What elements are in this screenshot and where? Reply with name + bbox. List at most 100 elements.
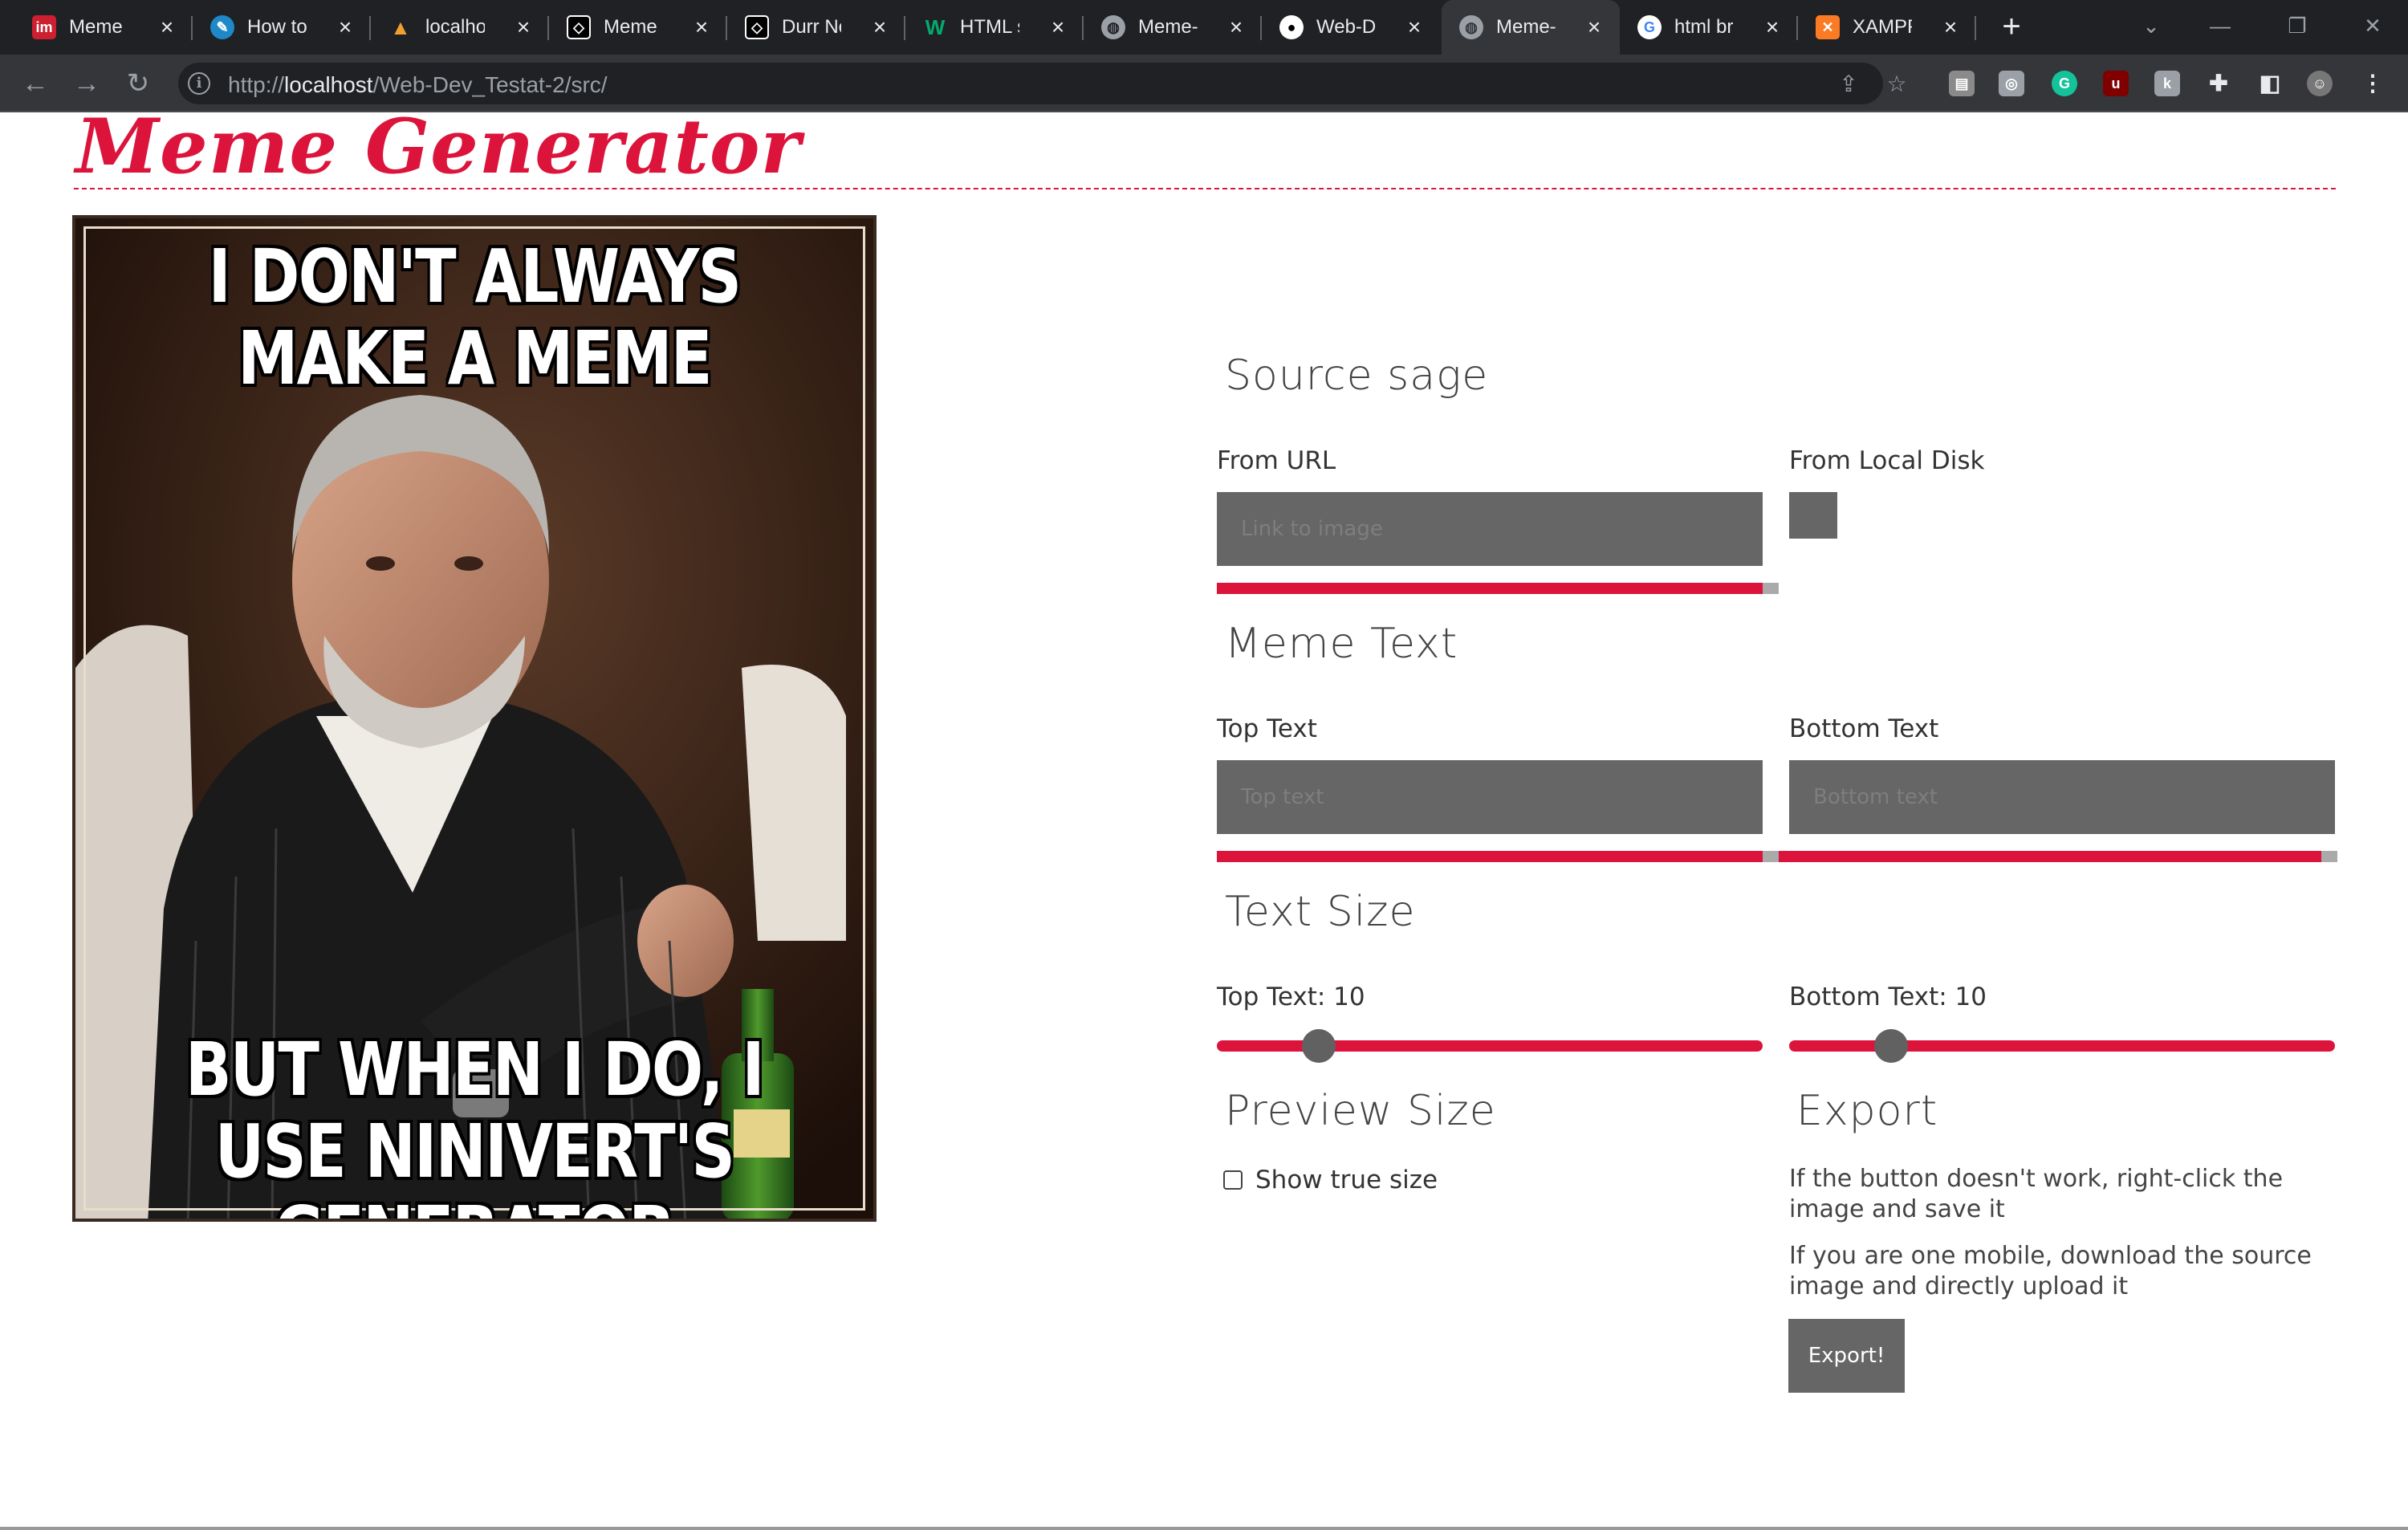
close-icon[interactable]: ×: [512, 16, 535, 39]
w3-icon: W: [925, 14, 946, 39]
tab-separator: [1975, 16, 1976, 40]
close-icon[interactable]: ×: [156, 16, 178, 39]
tab-title: XAMPP In: [1853, 16, 1912, 38]
tab-title: Durr New: [782, 16, 841, 38]
tab-meme-gen-codepen[interactable]: ◇ Meme Gen ×: [535, 0, 727, 55]
close-icon[interactable]: ×: [334, 16, 356, 39]
extension-icon[interactable]: k: [2154, 71, 2180, 96]
bottom-text-size-thumb[interactable]: [1874, 1029, 1908, 1063]
grammarly-icon[interactable]: G: [2052, 71, 2077, 96]
bottom-text-input[interactable]: [1789, 760, 2335, 834]
tab-how-to-use[interactable]: ✎ How to use ×: [178, 0, 371, 55]
tab-title: html brea: [1674, 16, 1734, 38]
tab-title: Meme-G: [1496, 16, 1556, 38]
forward-icon[interactable]: →: [71, 67, 103, 100]
back-icon[interactable]: ←: [19, 67, 51, 100]
top-text-label: Top Text: [1217, 714, 1317, 743]
url-text: http://localhost/Web-Dev_Testat-2/src/: [228, 72, 608, 97]
tab-title: How to use: [247, 16, 307, 38]
tab-search-icon[interactable]: ⌄: [2127, 10, 2175, 42]
source-heading: Source sage: [1225, 352, 1489, 400]
share-icon[interactable]: ⇪: [1837, 72, 1861, 96]
meme-preview-image[interactable]: I DON'T ALWAYS MAKE A MEME BUT WHEN I DO…: [72, 215, 877, 1222]
puzzle-icon[interactable]: ✚: [2206, 71, 2231, 96]
globe-icon: ◍: [1101, 15, 1125, 39]
preview-size-heading: Preview Size: [1225, 1087, 1496, 1135]
imgflip-icon: im: [32, 15, 56, 39]
resize-handle[interactable]: [2321, 851, 2337, 862]
show-true-size-label[interactable]: Show true size: [1255, 1166, 1438, 1194]
tab-meme-g-1[interactable]: ◍ Meme-G ×: [1069, 0, 1262, 55]
address-bar[interactable]: i http://localhost/Web-Dev_Testat-2/src/…: [178, 63, 1907, 104]
close-icon[interactable]: ×: [1939, 16, 1962, 39]
reload-icon[interactable]: ↻: [122, 67, 154, 100]
globe-icon: ◍: [1459, 15, 1483, 39]
close-icon[interactable]: ×: [690, 16, 713, 39]
site-info-icon[interactable]: i: [188, 72, 210, 95]
resize-handle[interactable]: [1763, 583, 1779, 594]
close-window-icon[interactable]: ✕: [2349, 10, 2397, 42]
top-text-size-thumb[interactable]: [1302, 1029, 1336, 1063]
extension-icon[interactable]: ◎: [1999, 71, 2024, 96]
menu-icon[interactable]: ⋮: [2360, 71, 2386, 96]
tab-html-script[interactable]: W HTML scr ×: [891, 0, 1084, 55]
bottom-text-size-slider[interactable]: [1789, 1040, 2335, 1052]
tab-html-break[interactable]: G html brea ×: [1605, 0, 1798, 55]
file-upload-input[interactable]: [1789, 492, 1837, 539]
image-url-input[interactable]: [1217, 492, 1763, 566]
tab-title: Meme Generator: [69, 16, 128, 38]
tab-xampp[interactable]: ✕ XAMPP In ×: [1784, 0, 1976, 55]
close-icon[interactable]: ×: [1403, 16, 1426, 39]
bottom-text-underline: [1779, 851, 2321, 862]
close-icon[interactable]: ×: [1583, 16, 1605, 39]
ublock-icon[interactable]: u: [2103, 71, 2129, 96]
resize-handle[interactable]: [1763, 851, 1779, 862]
page-title: Meme Generator: [75, 103, 802, 191]
tab-title: HTML scr: [960, 16, 1019, 38]
meme-bottom-caption: BUT WHEN I DO, I USE NINIVERT'S GENERATO…: [185, 1027, 765, 1219]
text-size-heading: Text Size: [1225, 888, 1416, 936]
tab-meme-generator[interactable]: im Meme Generator ×: [0, 0, 193, 55]
github-icon: ●: [1279, 15, 1304, 39]
codepen-icon: ◇: [745, 15, 769, 39]
xampp-bars-icon: ▲: [390, 14, 411, 39]
export-note-mobile: If you are one mobile, download the sour…: [1789, 1242, 2312, 1300]
top-text-input[interactable]: [1217, 760, 1763, 834]
url-input-underline: [1217, 583, 1763, 594]
tab-strip: im Meme Generator × ✎ How to use × ▲ loc…: [0, 0, 2408, 55]
meme-text-heading: Meme Text: [1225, 620, 1458, 668]
show-true-size-checkbox[interactable]: [1223, 1170, 1243, 1190]
xampp-icon: ✕: [1816, 15, 1840, 39]
side-panel-icon[interactable]: ◧: [2257, 71, 2283, 96]
new-tab-button[interactable]: +: [1995, 10, 2028, 43]
tab-title: localhost: [425, 16, 485, 38]
close-icon[interactable]: ×: [1225, 16, 1247, 39]
title-divider: [74, 188, 2336, 189]
close-icon[interactable]: ×: [1047, 16, 1069, 39]
avatar[interactable]: ☺: [2307, 71, 2333, 96]
compass-icon: ✎: [210, 15, 234, 39]
top-text-underline: [1217, 851, 1763, 862]
top-text-size-slider[interactable]: [1217, 1040, 1763, 1052]
minimize-icon[interactable]: —: [2196, 10, 2244, 42]
tab-localhost[interactable]: ▲ localhost ×: [356, 0, 549, 55]
restore-icon[interactable]: ❐: [2273, 10, 2321, 42]
export-note-right-click: If the button doesn't work, right-click …: [1789, 1165, 2284, 1223]
from-url-label: From URL: [1217, 446, 1336, 475]
meme-top-caption: I DON'T ALWAYS MAKE A MEME: [208, 234, 742, 401]
close-icon[interactable]: ×: [1761, 16, 1784, 39]
tab-durr-new[interactable]: ◇ Durr New ×: [713, 0, 905, 55]
from-local-disk-label: From Local Disk: [1789, 446, 1985, 475]
tab-title: Meme Gen: [604, 16, 663, 38]
tab-title: Web-Dev: [1316, 16, 1376, 38]
codepen-icon: ◇: [567, 15, 591, 39]
export-heading: Export: [1796, 1087, 1938, 1135]
extension-icon[interactable]: ▤: [1949, 71, 1975, 96]
tab-web-dev-github[interactable]: ● Web-Dev ×: [1247, 0, 1440, 55]
close-icon[interactable]: ×: [868, 16, 891, 39]
export-button[interactable]: Export!: [1788, 1319, 1905, 1393]
page-bottom-edge: [0, 1527, 2408, 1530]
tab-meme-g-active[interactable]: ◍ Meme-G ×: [1442, 0, 1620, 55]
google-icon: G: [1637, 15, 1662, 39]
bookmark-star-icon[interactable]: ☆: [1885, 72, 1909, 96]
